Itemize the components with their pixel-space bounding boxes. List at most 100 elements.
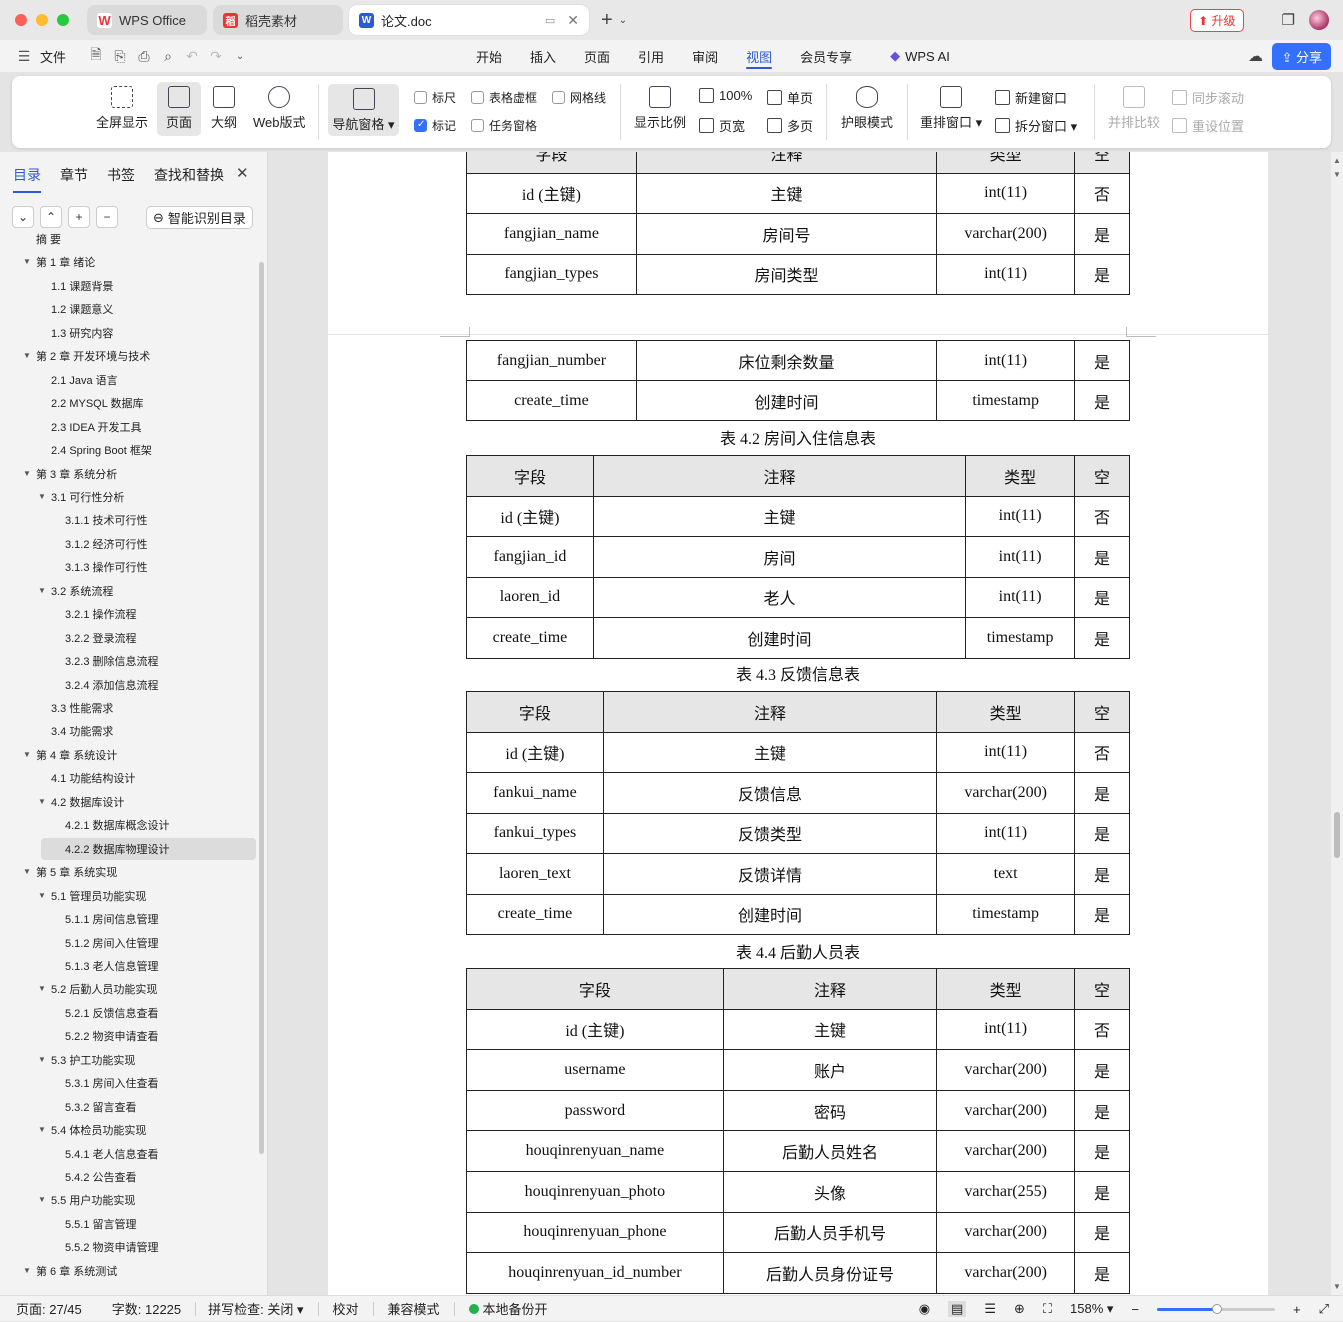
collapse-icon[interactable]: ⌄ bbox=[12, 206, 34, 228]
new-tab-icon[interactable]: + bbox=[601, 9, 613, 32]
toc-item[interactable]: 5.5.1 留言管理 bbox=[65, 1213, 137, 1235]
minimize-window-button[interactable] bbox=[36, 14, 48, 26]
toc-item[interactable]: 3.1.1 技术可行性 bbox=[65, 509, 148, 531]
toc-item[interactable]: 3.2.3 删除信息流程 bbox=[65, 650, 159, 672]
web-layout-icon[interactable]: ⊕ bbox=[1014, 1301, 1025, 1317]
chevron-down-icon[interactable]: ⌄ bbox=[619, 15, 627, 26]
compare-button[interactable]: 并排比较 bbox=[1108, 86, 1160, 131]
toc-item[interactable]: 3.2.4 添加信息流程 bbox=[65, 674, 159, 696]
toc-item[interactable]: 5.2 后勤人员功能实现 bbox=[51, 978, 157, 1000]
zoom-slider[interactable] bbox=[1157, 1303, 1275, 1314]
tab-toc[interactable]: 目录 bbox=[13, 165, 41, 193]
share-button[interactable]: ⇪ 分享 bbox=[1272, 43, 1331, 70]
proofread-button[interactable]: 校对 bbox=[333, 1299, 359, 1318]
single-page-button[interactable]: 单页 bbox=[767, 88, 813, 107]
tab-sections[interactable]: 章节 bbox=[60, 165, 88, 185]
toc-item[interactable]: 5.1 管理员功能实现 bbox=[51, 885, 146, 907]
web-view-button[interactable]: Web版式 bbox=[253, 86, 306, 131]
tab-bookmarks[interactable]: 书签 bbox=[107, 165, 135, 185]
sync-scroll-button[interactable]: 同步滚动 bbox=[1172, 88, 1244, 107]
page-count[interactable]: 页面: 27/45 bbox=[16, 1299, 82, 1318]
zoom-in-icon[interactable]: + bbox=[1293, 1302, 1301, 1317]
new-window-button[interactable]: 新建窗口 bbox=[995, 88, 1067, 107]
toc-item[interactable]: 5.5 用户功能实现 bbox=[51, 1189, 135, 1211]
zoom-ratio-button[interactable]: 显示比例 bbox=[634, 86, 686, 131]
toc-item[interactable]: 5.3 护工功能实现 bbox=[51, 1049, 135, 1071]
toc-item[interactable]: 4.1 功能结构设计 bbox=[51, 767, 135, 789]
toc-item[interactable]: 1.2 课题意义 bbox=[51, 298, 113, 320]
toc-item[interactable]: 5.4.1 老人信息查看 bbox=[65, 1143, 159, 1165]
toc-item[interactable]: 1.1 课题背景 bbox=[51, 275, 113, 297]
spell-check-toggle[interactable]: 拼写检查: 关闭 ▾ bbox=[208, 1299, 303, 1318]
page-width-button[interactable]: 页宽 bbox=[699, 116, 745, 135]
add-heading-icon[interactable]: + bbox=[68, 206, 90, 228]
print-preview-icon[interactable]: ⌕ bbox=[160, 48, 176, 64]
tab-daoke[interactable]: 稻 稻壳素材 bbox=[213, 5, 343, 35]
toc-item[interactable]: 5.2.1 反馈信息查看 bbox=[65, 1002, 159, 1024]
tab-wps-office[interactable]: W WPS Office bbox=[87, 5, 207, 35]
toc-item[interactable]: 5.3.1 房间入住查看 bbox=[65, 1072, 159, 1094]
tab-document[interactable]: W 论文.doc ▭ ✕ bbox=[349, 5, 589, 35]
redo-icon[interactable]: ↷ bbox=[208, 48, 224, 64]
task-pane-checkbox[interactable]: 任务窗格 bbox=[471, 117, 537, 134]
file-menu[interactable]: 文件 bbox=[40, 47, 66, 66]
upgrade-button[interactable]: ⬆ 升级 bbox=[1190, 8, 1244, 32]
print-icon[interactable]: ⎙ bbox=[136, 48, 152, 64]
toc-item[interactable]: 5.2.2 物资申请查看 bbox=[65, 1025, 159, 1047]
expand-icon[interactable]: ⌃ bbox=[40, 206, 62, 228]
toc-expand-arrow-icon[interactable]: ▼ bbox=[38, 797, 46, 806]
remove-heading-icon[interactable]: − bbox=[96, 206, 118, 228]
toc-item[interactable]: 3.4 功能需求 bbox=[51, 720, 113, 742]
toc-item[interactable]: 2.2 MYSQL 数据库 bbox=[51, 392, 144, 414]
toc-item[interactable]: 2.3 IDEA 开发工具 bbox=[51, 416, 141, 438]
gridlines-checkbox[interactable]: 网格线 bbox=[552, 89, 606, 106]
toc-expand-arrow-icon[interactable]: ▼ bbox=[23, 257, 31, 266]
menu-tab-view[interactable]: 视图 bbox=[732, 40, 786, 72]
page-view-icon[interactable]: ▤ bbox=[948, 1301, 967, 1317]
word-count[interactable]: 字数: 12225 bbox=[112, 1299, 181, 1318]
avatar[interactable] bbox=[1309, 10, 1329, 30]
backup-status[interactable]: 本地备份开 bbox=[468, 1299, 548, 1318]
toc-item[interactable]: 4.2 数据库设计 bbox=[51, 791, 124, 813]
toc-item[interactable]: 5.1.3 老人信息管理 bbox=[65, 955, 159, 977]
split-window-button[interactable]: 拆分窗口 ▾ bbox=[995, 116, 1077, 135]
toc-expand-arrow-icon[interactable]: ▼ bbox=[23, 1266, 31, 1275]
scrollbar-thumb[interactable] bbox=[1334, 812, 1340, 858]
toc-item[interactable]: 第 2 章 开发环境与技术 bbox=[36, 345, 150, 367]
monitor-icon[interactable]: ▭ bbox=[545, 14, 555, 27]
toc-expand-arrow-icon[interactable]: ▼ bbox=[38, 1055, 46, 1064]
toc-item[interactable]: 第 4 章 系统设计 bbox=[36, 744, 117, 766]
toc-expand-arrow-icon[interactable]: ▼ bbox=[38, 1125, 46, 1134]
toc-item[interactable]: 5.3.2 留言查看 bbox=[65, 1096, 137, 1118]
save-icon[interactable]: 🗎 bbox=[88, 46, 104, 64]
toc-expand-arrow-icon[interactable]: ▼ bbox=[38, 1195, 46, 1204]
toc-expand-arrow-icon[interactable]: ▼ bbox=[38, 492, 46, 501]
toc-item[interactable]: 2.1 Java 语言 bbox=[51, 369, 118, 391]
zoom-out-icon[interactable]: − bbox=[1131, 1302, 1139, 1317]
toc-item[interactable]: 5.1.2 房间入住管理 bbox=[65, 932, 159, 954]
fit-page-icon[interactable]: ⛶ bbox=[1043, 1301, 1052, 1317]
rearrange-window-button[interactable]: 重排窗口 ▾ bbox=[920, 86, 982, 131]
undo-icon[interactable]: ↶ bbox=[184, 48, 200, 64]
fullscreen-icon[interactable]: ⤢ bbox=[1319, 1301, 1329, 1317]
restore-window-icon[interactable]: ❐ bbox=[1282, 11, 1295, 29]
toc-item[interactable]: 摘 要 bbox=[36, 228, 61, 250]
toc-item[interactable]: 5.5.2 物资申请管理 bbox=[65, 1236, 159, 1258]
marks-checkbox[interactable]: 标记 bbox=[414, 117, 456, 134]
close-tab-icon[interactable]: ✕ bbox=[567, 12, 579, 29]
document-scrollbar[interactable]: ▲ ▼ ▼ bbox=[1331, 152, 1343, 1295]
fullscreen-button[interactable]: 全屏显示 bbox=[96, 86, 148, 131]
toc-item[interactable]: 3.1.3 操作可行性 bbox=[65, 556, 148, 578]
reset-position-button[interactable]: 重设位置 bbox=[1172, 116, 1244, 135]
toc-item[interactable]: 2.4 Spring Boot 框架 bbox=[51, 439, 152, 461]
toc-item[interactable]: 3.2.2 登录流程 bbox=[65, 627, 137, 649]
zoom-knob[interactable] bbox=[1212, 1303, 1222, 1314]
toc-expand-arrow-icon[interactable]: ▼ bbox=[23, 351, 31, 360]
toc-expand-arrow-icon[interactable]: ▼ bbox=[23, 867, 31, 876]
toc-item[interactable]: 第 1 章 绪论 bbox=[36, 251, 95, 273]
outline-view-button[interactable]: 大纲 bbox=[211, 86, 237, 131]
table-grid-checkbox[interactable]: 表格虚框 bbox=[471, 89, 537, 106]
toc-expand-arrow-icon[interactable]: ▼ bbox=[23, 469, 31, 478]
toc-item[interactable]: 第 6 章 系统测试 bbox=[36, 1260, 117, 1282]
zoom-100-button[interactable]: 100% bbox=[699, 88, 752, 103]
